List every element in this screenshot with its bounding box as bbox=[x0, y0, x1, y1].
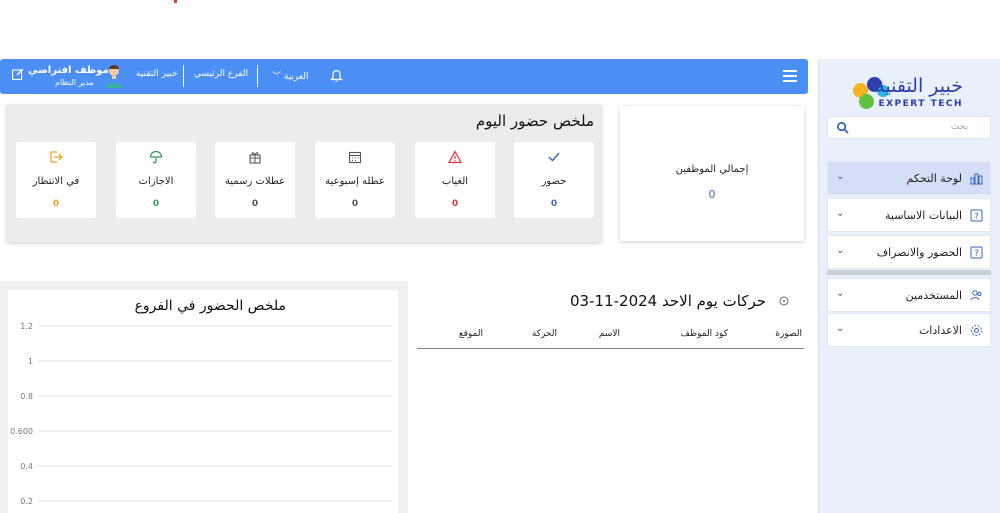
summary-card-leaves[interactable]: الاجازات 0 bbox=[116, 142, 196, 218]
sidebar-item-label: البيانات الاساسية bbox=[885, 209, 962, 222]
total-employees-card[interactable]: إجمالي الموظفين 0 bbox=[620, 106, 804, 241]
logo[interactable]: خبير التقنية EXPERT TECH bbox=[849, 73, 969, 113]
y-tick-label: 0.600 bbox=[10, 427, 33, 436]
card-label: في الانتظار bbox=[32, 176, 80, 187]
card-label: الغياب bbox=[441, 176, 469, 187]
logo-subtitle: EXPERT TECH bbox=[878, 99, 963, 109]
top-header: العربية ﹀ الفرع الرئيسي خبير التقنية موظ… bbox=[0, 59, 808, 94]
card-value: 0 bbox=[52, 199, 60, 209]
chevron-down-icon: ⌄ bbox=[836, 171, 845, 182]
card-value: 0 bbox=[351, 199, 359, 209]
card-label: حضور bbox=[541, 176, 567, 187]
table-header-divider bbox=[417, 348, 804, 349]
chart-icon bbox=[970, 173, 983, 185]
edit-profile-icon[interactable] bbox=[12, 68, 24, 80]
column-header-movement[interactable]: الحركة bbox=[532, 329, 557, 339]
attendance-summary-panel: ملخص حضور اليوم حضور 0 الغياب 0 عطله إسب… bbox=[6, 104, 602, 242]
svg-text:?: ? bbox=[974, 249, 979, 259]
column-header-location[interactable]: الموقع bbox=[459, 329, 483, 339]
logo-title: خبير التقنية bbox=[875, 75, 963, 97]
y-tick-label: 0.4 bbox=[20, 462, 33, 471]
gear-icon bbox=[971, 325, 982, 336]
branch-attendance-chart: ملخص الحضور في الفروع 1.2 1 0.8 0.600 0.4 0.2 bbox=[8, 290, 398, 513]
sidebar-item-label: المستخدمين bbox=[905, 289, 962, 302]
sidebar-item-users[interactable]: ⌄ المستخدمين bbox=[827, 278, 991, 312]
y-tick-label: 0.8 bbox=[20, 392, 33, 401]
umbrella-icon bbox=[149, 150, 163, 164]
sidebar-item-label: الاعدادات bbox=[918, 324, 962, 337]
menu-toggle-icon[interactable] bbox=[783, 70, 797, 82]
help-icon: ? bbox=[970, 246, 983, 259]
column-header-employee-code[interactable]: كود الموظف bbox=[681, 329, 728, 339]
movements-title: حركات يوم الاحد 2024-11-03 bbox=[570, 292, 766, 310]
user-role: مدير النظام bbox=[55, 78, 94, 87]
sidebar-divider bbox=[827, 270, 991, 275]
total-employees-value: 0 bbox=[708, 188, 716, 201]
red-mark bbox=[174, 0, 177, 3]
card-value: 0 bbox=[251, 199, 259, 209]
summary-card-absent[interactable]: الغياب 0 bbox=[415, 142, 495, 218]
summary-card-present[interactable]: حضور 0 bbox=[514, 142, 594, 218]
card-value: 0 bbox=[451, 199, 459, 209]
summary-card-public-holidays[interactable]: عطلات رسمية 0 bbox=[215, 142, 295, 218]
bell-icon[interactable] bbox=[330, 68, 343, 83]
chart-canvas: 1.2 1 0.8 0.600 0.4 0.2 bbox=[10, 322, 392, 506]
search-placeholder: بحث bbox=[950, 122, 968, 132]
card-value: 0 bbox=[152, 199, 160, 209]
chevron-down-icon: ⌄ bbox=[836, 208, 845, 219]
warning-icon bbox=[448, 150, 462, 164]
y-tick-label: 1 bbox=[28, 357, 33, 366]
movements-panel: حركات يوم الاحد 2024-11-03 الصورة كود ال… bbox=[408, 281, 808, 513]
sidebar-item-basic-data[interactable]: ⌄ البيانات الاساسية ? bbox=[827, 198, 991, 232]
column-header-name[interactable]: الاسم bbox=[599, 329, 620, 339]
language-label: العربية bbox=[283, 72, 309, 82]
clock-icon bbox=[779, 296, 789, 306]
summary-card-weekly-off[interactable]: عطله إسبوعية 0 bbox=[315, 142, 395, 218]
total-employees-label: إجمالي الموظفين bbox=[675, 164, 749, 175]
header-divider bbox=[257, 65, 258, 87]
summary-card-pending[interactable]: في الانتظار 0 bbox=[16, 142, 96, 218]
sidebar-item-dashboard[interactable]: ⌄ لوحة التحكم bbox=[827, 161, 991, 195]
chevron-down-icon: ⌄ bbox=[836, 245, 845, 256]
chevron-down-icon: ⌄ bbox=[836, 288, 845, 299]
gift-icon bbox=[249, 152, 261, 164]
calendar-icon bbox=[348, 151, 362, 164]
y-tick-label: 0.2 bbox=[20, 497, 33, 506]
sidebar-item-label: لوحة التحكم bbox=[906, 172, 962, 185]
column-header-photo[interactable]: الصورة bbox=[775, 329, 802, 339]
card-label: الاجازات bbox=[138, 176, 174, 187]
language-select[interactable]: العربية ﹀ bbox=[272, 69, 309, 82]
sidebar-item-attendance[interactable]: ⌄ الحضور والانصراف ? bbox=[827, 235, 991, 269]
chevron-down-icon: ﹀ bbox=[272, 72, 282, 82]
company-label[interactable]: خبير التقنية bbox=[136, 69, 178, 79]
card-label: عطله إسبوعية bbox=[325, 176, 385, 187]
sidebar: خبير التقنية EXPERT TECH بحث ⌄ لوحة التح… bbox=[818, 59, 1000, 513]
svg-text:?: ? bbox=[974, 212, 979, 222]
header-divider bbox=[183, 65, 184, 87]
help-icon: ? bbox=[970, 209, 983, 222]
branch-label[interactable]: الفرع الرئيسي bbox=[194, 69, 248, 79]
user-name: موظف افتراضي bbox=[28, 65, 109, 76]
summary-title: ملخص حضور اليوم bbox=[475, 112, 594, 130]
card-value: 0 bbox=[550, 199, 558, 209]
search-input[interactable]: بحث bbox=[827, 116, 991, 139]
check-icon bbox=[548, 152, 560, 162]
chevron-down-icon: ⌄ bbox=[836, 323, 845, 334]
y-tick-label: 1.2 bbox=[20, 322, 33, 331]
card-label: عطلات رسمية bbox=[224, 176, 286, 187]
search-icon[interactable] bbox=[836, 121, 849, 134]
users-icon bbox=[970, 290, 982, 301]
exit-icon bbox=[50, 151, 63, 163]
sidebar-item-label: الحضور والانصراف bbox=[876, 246, 962, 259]
sidebar-item-settings[interactable]: ⌄ الاعدادات bbox=[827, 313, 991, 347]
